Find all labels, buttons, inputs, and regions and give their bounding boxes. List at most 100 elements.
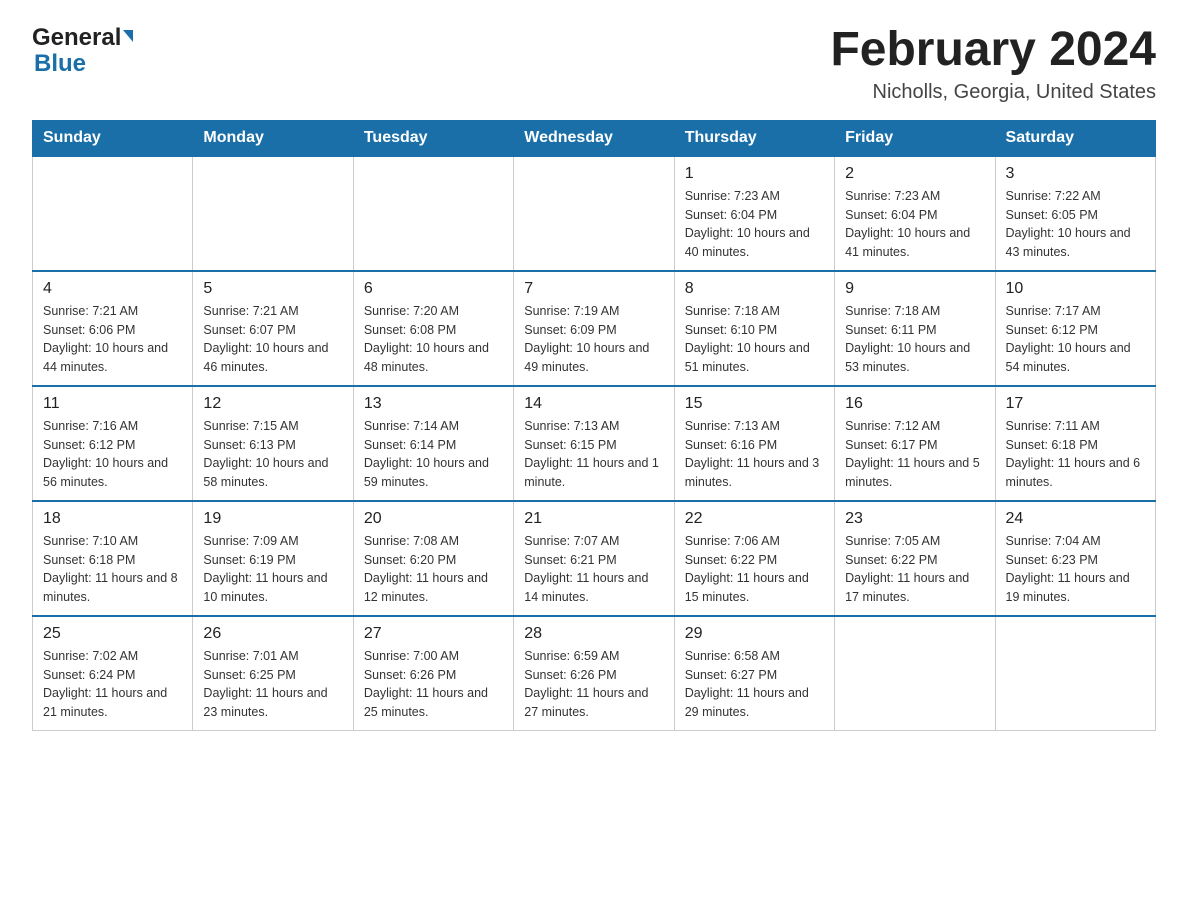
- day-info: Sunrise: 6:59 AMSunset: 6:26 PMDaylight:…: [524, 647, 663, 722]
- day-number: 10: [1006, 280, 1145, 298]
- title-block: February 2024 Nicholls, Georgia, United …: [830, 24, 1156, 104]
- day-number: 24: [1006, 510, 1145, 528]
- calendar-subtitle: Nicholls, Georgia, United States: [830, 81, 1156, 104]
- calendar-cell: 15 Sunrise: 7:13 AMSunset: 6:16 PMDayligh…: [674, 386, 834, 501]
- day-info: Sunrise: 7:18 AMSunset: 6:11 PMDaylight:…: [845, 302, 984, 377]
- calendar-title: February 2024: [830, 24, 1156, 77]
- day-number: 18: [43, 510, 182, 528]
- calendar-cell: 2Sunrise: 7:23 AMSunset: 6:04 PMDaylight…: [835, 156, 995, 271]
- calendar-cell: 8 Sunrise: 7:18 AMSunset: 6:10 PMDaylight…: [674, 271, 834, 386]
- calendar-cell: [835, 616, 995, 731]
- day-info: Sunrise: 7:23 AMSunset: 6:04 PMDaylight:…: [845, 187, 984, 262]
- day-info: Sunrise: 7:14 AMSunset: 6:14 PMDaylight:…: [364, 417, 503, 492]
- calendar-cell: 24 Sunrise: 7:04 AMSunset: 6:23 PMDayligh…: [995, 501, 1155, 616]
- day-info: Sunrise: 7:15 AMSunset: 6:13 PMDaylight:…: [203, 417, 342, 492]
- calendar-cell: [995, 616, 1155, 731]
- calendar-cell: 10 Sunrise: 7:17 AMSunset: 6:12 PMDayligh…: [995, 271, 1155, 386]
- day-number: 12: [203, 395, 342, 413]
- day-info: Sunrise: 7:08 AMSunset: 6:20 PMDaylight:…: [364, 532, 503, 607]
- calendar-cell: 27 Sunrise: 7:00 AMSunset: 6:26 PMDayligh…: [353, 616, 513, 731]
- day-number: 28: [524, 625, 663, 643]
- day-number: 26: [203, 625, 342, 643]
- logo-arrow-icon: [123, 30, 133, 42]
- day-info: Sunrise: 7:21 AMSunset: 6:06 PMDaylight:…: [43, 302, 182, 377]
- day-info: Sunrise: 7:09 AMSunset: 6:19 PMDaylight:…: [203, 532, 342, 607]
- calendar-week-row: 25Sunrise: 7:02 AMSunset: 6:24 PMDayligh…: [33, 616, 1156, 731]
- day-number: 9: [845, 280, 984, 298]
- calendar-cell: 3 Sunrise: 7:22 AMSunset: 6:05 PMDaylight…: [995, 156, 1155, 271]
- day-number: 3: [1006, 165, 1145, 183]
- calendar-cell: 14 Sunrise: 7:13 AMSunset: 6:15 PMDayligh…: [514, 386, 674, 501]
- calendar-week-row: 18Sunrise: 7:10 AMSunset: 6:18 PMDayligh…: [33, 501, 1156, 616]
- calendar-cell: 7Sunrise: 7:19 AMSunset: 6:09 PMDaylight…: [514, 271, 674, 386]
- weekday-header-wednesday: Wednesday: [514, 120, 674, 156]
- weekday-header-sunday: Sunday: [33, 120, 193, 156]
- calendar-cell: 6 Sunrise: 7:20 AMSunset: 6:08 PMDaylight…: [353, 271, 513, 386]
- day-info: Sunrise: 7:01 AMSunset: 6:25 PMDaylight:…: [203, 647, 342, 722]
- weekday-header-friday: Friday: [835, 120, 995, 156]
- day-info: Sunrise: 7:04 AMSunset: 6:23 PMDaylight:…: [1006, 532, 1145, 607]
- day-info: Sunrise: 7:20 AMSunset: 6:08 PMDaylight:…: [364, 302, 503, 377]
- calendar-header: SundayMondayTuesdayWednesdayThursdayFrid…: [33, 120, 1156, 156]
- calendar-week-row: 11Sunrise: 7:16 AMSunset: 6:12 PMDayligh…: [33, 386, 1156, 501]
- calendar-cell: [353, 156, 513, 271]
- calendar-cell: 19 Sunrise: 7:09 AMSunset: 6:19 PMDayligh…: [193, 501, 353, 616]
- calendar-cell: [193, 156, 353, 271]
- calendar-cell: 26 Sunrise: 7:01 AMSunset: 6:25 PMDayligh…: [193, 616, 353, 731]
- day-number: 27: [364, 625, 503, 643]
- day-info: Sunrise: 6:58 AMSunset: 6:27 PMDaylight:…: [685, 647, 824, 722]
- day-number: 16: [845, 395, 984, 413]
- calendar-cell: 23Sunrise: 7:05 AMSunset: 6:22 PMDayligh…: [835, 501, 995, 616]
- calendar-cell: 21Sunrise: 7:07 AMSunset: 6:21 PMDayligh…: [514, 501, 674, 616]
- day-number: 5: [203, 280, 342, 298]
- day-number: 4: [43, 280, 182, 298]
- day-info: Sunrise: 7:19 AMSunset: 6:09 PMDaylight:…: [524, 302, 663, 377]
- calendar-week-row: 1 Sunrise: 7:23 AMSunset: 6:04 PMDaylight…: [33, 156, 1156, 271]
- day-number: 6: [364, 280, 503, 298]
- calendar-cell: 25Sunrise: 7:02 AMSunset: 6:24 PMDayligh…: [33, 616, 193, 731]
- day-info: Sunrise: 7:22 AMSunset: 6:05 PMDaylight:…: [1006, 187, 1145, 262]
- day-info: Sunrise: 7:02 AMSunset: 6:24 PMDaylight:…: [43, 647, 182, 722]
- weekday-header-monday: Monday: [193, 120, 353, 156]
- calendar-cell: 1 Sunrise: 7:23 AMSunset: 6:04 PMDaylight…: [674, 156, 834, 271]
- day-number: 29: [685, 625, 824, 643]
- day-info: Sunrise: 7:18 AMSunset: 6:10 PMDaylight:…: [685, 302, 824, 377]
- logo: General Blue: [32, 24, 133, 78]
- day-info: Sunrise: 7:23 AMSunset: 6:04 PMDaylight:…: [685, 187, 824, 262]
- day-number: 19: [203, 510, 342, 528]
- day-number: 20: [364, 510, 503, 528]
- day-info: Sunrise: 7:00 AMSunset: 6:26 PMDaylight:…: [364, 647, 503, 722]
- calendar-cell: 17Sunrise: 7:11 AMSunset: 6:18 PMDayligh…: [995, 386, 1155, 501]
- day-number: 23: [845, 510, 984, 528]
- calendar-cell: 20 Sunrise: 7:08 AMSunset: 6:20 PMDayligh…: [353, 501, 513, 616]
- calendar-cell: [514, 156, 674, 271]
- day-number: 21: [524, 510, 663, 528]
- day-number: 15: [685, 395, 824, 413]
- calendar-week-row: 4 Sunrise: 7:21 AMSunset: 6:06 PMDaylight…: [33, 271, 1156, 386]
- day-number: 14: [524, 395, 663, 413]
- day-info: Sunrise: 7:06 AMSunset: 6:22 PMDaylight:…: [685, 532, 824, 607]
- calendar-cell: 5 Sunrise: 7:21 AMSunset: 6:07 PMDaylight…: [193, 271, 353, 386]
- logo-general-text: General: [32, 24, 121, 52]
- day-info: Sunrise: 7:17 AMSunset: 6:12 PMDaylight:…: [1006, 302, 1145, 377]
- day-number: 1: [685, 165, 824, 183]
- day-info: Sunrise: 7:16 AMSunset: 6:12 PMDaylight:…: [43, 417, 182, 492]
- calendar-table: SundayMondayTuesdayWednesdayThursdayFrid…: [32, 120, 1156, 731]
- day-number: 13: [364, 395, 503, 413]
- day-info: Sunrise: 7:11 AMSunset: 6:18 PMDaylight:…: [1006, 417, 1145, 492]
- day-info: Sunrise: 7:12 AMSunset: 6:17 PMDaylight:…: [845, 417, 984, 492]
- calendar-cell: 29 Sunrise: 6:58 AMSunset: 6:27 PMDayligh…: [674, 616, 834, 731]
- day-number: 8: [685, 280, 824, 298]
- page-header: General Blue February 2024 Nicholls, Geo…: [32, 24, 1156, 104]
- weekday-header-tuesday: Tuesday: [353, 120, 513, 156]
- day-number: 22: [685, 510, 824, 528]
- calendar-cell: 13 Sunrise: 7:14 AMSunset: 6:14 PMDayligh…: [353, 386, 513, 501]
- weekday-header-row: SundayMondayTuesdayWednesdayThursdayFrid…: [33, 120, 1156, 156]
- weekday-header-thursday: Thursday: [674, 120, 834, 156]
- day-info: Sunrise: 7:21 AMSunset: 6:07 PMDaylight:…: [203, 302, 342, 377]
- calendar-cell: 16 Sunrise: 7:12 AMSunset: 6:17 PMDayligh…: [835, 386, 995, 501]
- day-info: Sunrise: 7:13 AMSunset: 6:16 PMDaylight:…: [685, 417, 824, 492]
- logo-blue-text: Blue: [34, 50, 86, 78]
- day-info: Sunrise: 7:13 AMSunset: 6:15 PMDaylight:…: [524, 417, 663, 492]
- calendar-cell: 11Sunrise: 7:16 AMSunset: 6:12 PMDayligh…: [33, 386, 193, 501]
